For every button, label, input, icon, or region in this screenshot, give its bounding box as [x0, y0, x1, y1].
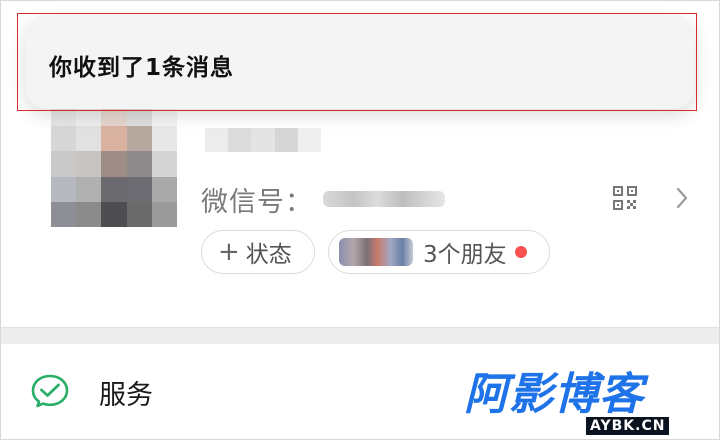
qr-code-icon[interactable]	[612, 185, 638, 211]
friends-count-label: 3个朋友	[423, 242, 507, 268]
menu-item-label: 服务	[99, 380, 153, 411]
service-wallet-icon	[31, 374, 69, 408]
add-status-button[interactable]: + 状态	[201, 230, 315, 274]
notification-banner[interactable]: 你收到了1条消息	[25, 15, 695, 109]
watermark-main-text: 阿影博客	[464, 369, 644, 420]
wechat-id-label: 微信号：	[201, 186, 313, 218]
app-screen: 微信号： + 状态 3个朋友 服务 阿影博客 AYBK.CN 你收到了1条消息	[0, 0, 720, 440]
chevron-right-icon[interactable]	[673, 185, 691, 211]
status-label: 状态	[245, 242, 292, 268]
friends-status-button[interactable]: 3个朋友	[328, 230, 550, 274]
section-divider	[1, 327, 719, 344]
avatar[interactable]	[51, 101, 177, 227]
wechat-id-row: 微信号：	[201, 179, 445, 219]
watermark-logo: 阿影博客 AYBK.CN	[464, 373, 704, 439]
plus-icon: +	[218, 237, 240, 267]
unread-dot	[514, 246, 527, 258]
friend-avatars-blurred	[339, 238, 413, 266]
notification-message: 你收到了1条消息	[49, 55, 235, 81]
nickname-blurred	[205, 128, 322, 152]
watermark-sub-text: AYBK.CN	[586, 417, 670, 435]
wechat-id-value-blurred	[323, 191, 445, 207]
